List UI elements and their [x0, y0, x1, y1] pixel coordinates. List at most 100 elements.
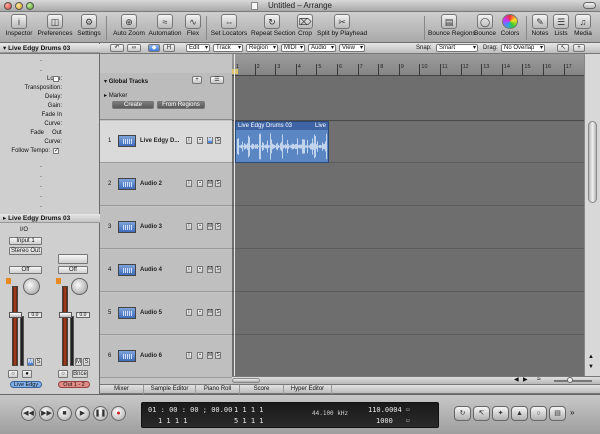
- auto-zoom-button[interactable]: ⊕ Auto Zoom: [112, 14, 146, 37]
- freeze-button[interactable]: •: [197, 180, 203, 187]
- audio-region[interactable]: Live Edgy Drums 03 Live: [235, 121, 329, 163]
- tab-mixer[interactable]: Mixer: [100, 385, 144, 394]
- split-by-playhead-button[interactable]: ✂ Split by Playhead: [317, 14, 367, 37]
- rewind-icon[interactable]: ◀◀: [21, 406, 36, 421]
- notes-button[interactable]: ✎ Notes: [530, 14, 550, 37]
- mute-button[interactable]: M: [207, 309, 213, 316]
- global-tracks-title[interactable]: ▾ Global Tracks: [104, 78, 148, 85]
- read-button[interactable]: ○: [8, 370, 18, 378]
- transport-display[interactable]: 01 : 00 : 00 ; 00.00 1 1 1 1 1 1 1 1 5 1…: [141, 402, 439, 428]
- track-on-button[interactable]: I: [186, 309, 192, 316]
- solo-button[interactable]: S: [215, 180, 221, 187]
- track-row[interactable]: 2 Audio 2 I • M S: [100, 164, 232, 206]
- track-on-button[interactable]: I: [186, 266, 192, 273]
- waveform-zoom-icon[interactable]: ≈: [537, 376, 541, 383]
- tab-score[interactable]: Score: [240, 385, 284, 394]
- zoom-in-icon[interactable]: ▲: [588, 354, 594, 360]
- track-lane[interactable]: [232, 207, 584, 249]
- fader-cap[interactable]: [59, 312, 72, 318]
- arrange-area[interactable]: 1 2 3 4 5 6 7 8 9 10 11 12 13 14 15 16 17 Live Edgy Drum…: [232, 54, 584, 378]
- stop-icon[interactable]: ■: [57, 406, 72, 421]
- tab-sample-editor[interactable]: Sample Editor: [144, 385, 196, 394]
- fader-cap[interactable]: [9, 312, 22, 318]
- scroll-right-icon[interactable]: ▶: [523, 376, 528, 383]
- zoom-slider-knob[interactable]: [567, 377, 573, 383]
- track-on-button[interactable]: I: [186, 352, 192, 359]
- pencil-tool-icon[interactable]: +: [573, 44, 585, 52]
- solo-button[interactable]: S: [215, 309, 221, 316]
- bounce-regions-button[interactable]: ▤ Bounce Regions: [428, 14, 476, 37]
- volume-fader[interactable]: [12, 286, 18, 366]
- add-global-track-button[interactable]: +: [192, 76, 202, 84]
- track-menu[interactable]: Track: [213, 44, 243, 52]
- pause-icon[interactable]: ❚❚: [93, 406, 108, 421]
- settings-button[interactable]: ⚙ Settings: [76, 14, 102, 37]
- track-row[interactable]: 4 Audio 4 I • M S: [100, 250, 232, 292]
- freeze-button[interactable]: •: [197, 352, 203, 359]
- solo-button[interactable]: S: [215, 266, 221, 273]
- solo-mode-icon[interactable]: ○: [530, 406, 547, 421]
- view-menu[interactable]: View: [339, 44, 365, 52]
- vertical-scroll-thumb[interactable]: [588, 121, 597, 203]
- edit-menu[interactable]: Edit: [186, 44, 210, 52]
- midi-menu[interactable]: MIDI: [281, 44, 305, 52]
- bar-ruler[interactable]: 1 2 3 4 5 6 7 8 9 10 11 12 13 14 15 16 17: [232, 54, 584, 76]
- volume-fader[interactable]: [62, 286, 68, 366]
- track-parameters-header[interactable]: ▸ Live Edgy Drums 03: [0, 214, 100, 223]
- solo-button[interactable]: S: [215, 223, 221, 230]
- automation-mode-select[interactable]: Off: [9, 266, 42, 274]
- track-on-button[interactable]: I: [186, 223, 192, 230]
- solo-button[interactable]: S: [35, 358, 42, 366]
- automation-mode-select[interactable]: Off: [58, 266, 88, 274]
- freeze-button[interactable]: •: [197, 137, 203, 144]
- mute-button[interactable]: M: [207, 223, 213, 230]
- marker-label[interactable]: ▸ Marker: [104, 92, 127, 99]
- pan-knob[interactable]: [71, 278, 88, 295]
- mute-button[interactable]: M: [75, 358, 82, 366]
- bounce-button[interactable]: ◯ Bounce: [474, 14, 496, 37]
- track-row[interactable]: 6 Audio 6 I • M S: [100, 336, 232, 378]
- drag-select[interactable]: No Overlap: [501, 44, 545, 52]
- inspector-button[interactable]: i Inspector: [3, 14, 35, 37]
- global-track-options-button[interactable]: ☰: [210, 76, 224, 84]
- play-icon[interactable]: ▶: [75, 406, 90, 421]
- output-name[interactable]: Out 1 - 2: [58, 381, 90, 388]
- loop-checkbox[interactable]: [53, 76, 59, 82]
- audio-menu[interactable]: Audio: [308, 44, 336, 52]
- record-enable-button[interactable]: ●: [22, 370, 32, 378]
- crop-button[interactable]: ⌦ Crop: [295, 14, 315, 37]
- repeat-section-button[interactable]: ↻ Repeat Section: [251, 14, 295, 37]
- mute-button[interactable]: M: [207, 180, 213, 187]
- track-lane[interactable]: [232, 293, 584, 335]
- horizontal-scroll-thumb[interactable]: [232, 378, 260, 383]
- toolbar-toggle-button[interactable]: [583, 2, 596, 9]
- solo-button[interactable]: S: [215, 137, 221, 144]
- pan-knob[interactable]: [23, 278, 40, 295]
- transport-more-icon[interactable]: »: [570, 408, 574, 417]
- track-row[interactable]: 1 Live Edgy D... I • M S: [100, 121, 232, 163]
- mute-button[interactable]: M: [207, 352, 213, 359]
- freeze-button[interactable]: •: [197, 266, 203, 273]
- record-icon[interactable]: ●: [111, 406, 126, 421]
- track-lane[interactable]: [232, 336, 584, 378]
- tab-hyper-editor[interactable]: Hyper Editor: [284, 385, 332, 394]
- track-on-button[interactable]: I: [186, 137, 192, 144]
- media-button[interactable]: ♫ Media: [572, 14, 594, 37]
- fade-type-select[interactable]: Out: [52, 130, 62, 136]
- follow-tempo-checkbox[interactable]: ✓: [53, 148, 59, 154]
- pointer-tool-icon[interactable]: ↖: [557, 44, 569, 52]
- bounce-button[interactable]: Bnce: [72, 370, 88, 378]
- freeze-button[interactable]: •: [197, 223, 203, 230]
- colors-button[interactable]: Colors: [500, 14, 520, 37]
- track-row[interactable]: 3 Audio 3 I • M S: [100, 207, 232, 249]
- link-icon[interactable]: ∞: [127, 44, 141, 52]
- zoom-slider[interactable]: [554, 380, 592, 382]
- horizontal-scrollbar[interactable]: ◀ ▶ ≈: [232, 376, 600, 384]
- create-marker-button[interactable]: Create: [112, 101, 154, 109]
- autopunch-icon[interactable]: ✦: [492, 406, 509, 421]
- solo-button[interactable]: S: [215, 352, 221, 359]
- freeze-button[interactable]: •: [197, 309, 203, 316]
- flex-button[interactable]: ∿ Flex: [184, 14, 202, 37]
- automation-button[interactable]: ≈ Automation: [148, 14, 182, 37]
- playhead[interactable]: [234, 54, 235, 376]
